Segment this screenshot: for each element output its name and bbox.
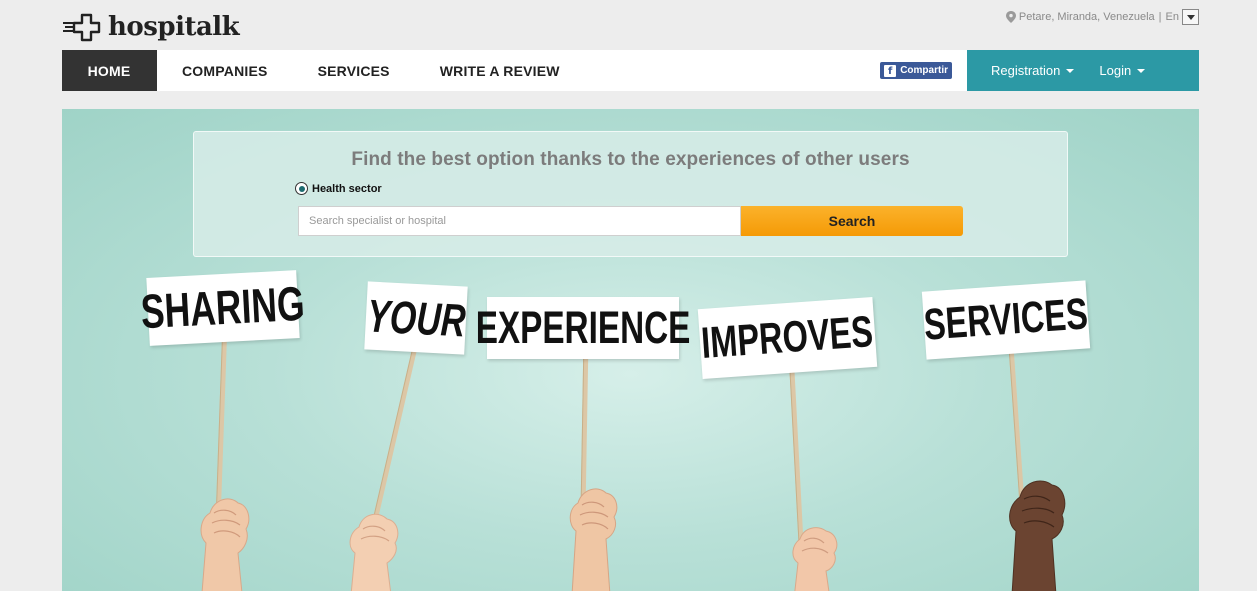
hero-sign: SERVICES xyxy=(921,280,1091,360)
registration-label: Registration xyxy=(991,63,1061,78)
caret-down-icon xyxy=(1066,68,1075,73)
radio-button[interactable] xyxy=(295,182,308,195)
brand-name: hospitalk xyxy=(108,12,240,42)
hero-sign-text: SHARING xyxy=(139,277,307,339)
login-label: Login xyxy=(1099,63,1132,78)
raised-hand-2 xyxy=(349,513,399,591)
raised-hand-1 xyxy=(200,498,250,591)
search-headline: Find the best option thanks to the exper… xyxy=(351,149,910,170)
language-label: En xyxy=(1165,11,1179,23)
hero-sign-text: EXPERIENCE xyxy=(475,302,691,353)
facebook-share-button[interactable]: f Compartir xyxy=(880,62,952,79)
facebook-icon: f xyxy=(884,64,897,77)
hero-sign: YOUR xyxy=(364,281,468,355)
search-input[interactable] xyxy=(298,206,741,236)
sector-label: Health sector xyxy=(312,182,382,195)
hero-sign-text: IMPROVES xyxy=(700,307,875,368)
hero-sign: IMPROVES xyxy=(697,296,878,380)
sign-stick xyxy=(216,336,227,508)
login-dropdown[interactable]: Login xyxy=(1074,50,1146,91)
hero-sign-text: YOUR xyxy=(365,289,467,347)
hero-sign: SHARING xyxy=(140,270,306,346)
caret-down-icon xyxy=(1137,68,1146,73)
hero-sign: EXPERIENCE xyxy=(476,297,690,359)
registration-dropdown[interactable]: Registration xyxy=(967,50,1075,91)
nav-item-write-a-review[interactable]: WRITE A REVIEW xyxy=(415,50,585,91)
chevron-down-icon xyxy=(1186,14,1195,20)
nav-item-services[interactable]: SERVICES xyxy=(293,50,415,91)
locale-separator: | xyxy=(1158,11,1162,23)
hospital-cross-logo-icon xyxy=(63,13,101,42)
top-bar: hospitalk Petare, Miranda, Venezuela | E… xyxy=(62,6,1199,48)
raised-hand-3 xyxy=(569,488,618,591)
sign-stick xyxy=(372,348,417,524)
search-button[interactable]: Search xyxy=(741,206,963,236)
location-text: Petare, Miranda, Venezuela xyxy=(1018,11,1155,23)
sign-stick xyxy=(789,370,804,544)
nav-item-companies[interactable]: COMPANIES xyxy=(157,50,293,91)
hero-banner: Find the best option thanks to the exper… xyxy=(62,109,1199,591)
nav-item-home[interactable]: HOME xyxy=(62,50,157,91)
search-panel: Find the best option thanks to the exper… xyxy=(193,131,1068,257)
brand-logo[interactable]: hospitalk xyxy=(62,12,240,42)
share-label: Compartir xyxy=(900,65,948,76)
raised-hand-4 xyxy=(792,527,838,591)
sector-radio-option[interactable]: Health sector xyxy=(295,182,382,195)
locale-selector: Petare, Miranda, Venezuela | En xyxy=(1005,9,1199,25)
location-pin-icon xyxy=(1005,11,1016,23)
main-nav: HOME COMPANIES SERVICES WRITE A REVIEW f… xyxy=(62,50,1199,91)
auth-menu: Registration Login xyxy=(967,50,1199,91)
raised-hand-5 xyxy=(1009,480,1066,591)
language-dropdown-button[interactable] xyxy=(1182,9,1199,25)
hero-sign-text: SERVICES xyxy=(922,289,1090,350)
radio-selected-dot xyxy=(298,185,305,192)
